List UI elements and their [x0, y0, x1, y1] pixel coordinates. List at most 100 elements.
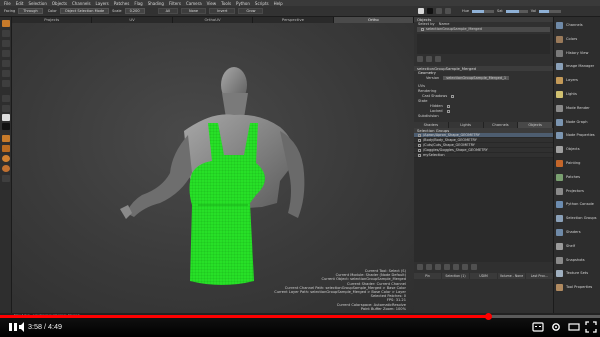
video-progress-bar[interactable] — [0, 313, 600, 320]
palette-shaders[interactable]: Shaders — [556, 228, 598, 238]
white-swatch-icon[interactable] — [2, 114, 10, 121]
fullscreen-icon[interactable] — [585, 321, 597, 333]
misc-tool-icon[interactable] — [2, 175, 10, 182]
sat-slider[interactable] — [505, 9, 528, 13]
blur-tool-icon[interactable] — [2, 70, 10, 77]
footer-button[interactable]: UDIM — [470, 273, 497, 279]
palette-lights[interactable]: Lights — [556, 90, 598, 100]
clone-tool-icon[interactable] — [2, 60, 10, 67]
eyedropper-icon[interactable] — [445, 8, 451, 14]
menu-scripts[interactable]: Scripts — [255, 1, 269, 6]
shading-sphere-icon[interactable] — [2, 155, 10, 162]
facing-dropdown[interactable]: Through — [18, 8, 43, 14]
menu-filters[interactable]: Filters — [169, 1, 181, 6]
menu-help[interactable]: Help — [274, 1, 283, 6]
panel-tab-objects[interactable]: Objects — [518, 122, 553, 128]
theater-mode-icon[interactable] — [568, 321, 580, 333]
palette-node-properties[interactable]: Node Properties — [556, 131, 598, 141]
new-group-icon[interactable] — [417, 264, 423, 270]
footer-button[interactable]: Volume - None — [498, 273, 525, 279]
eraser-tool-icon[interactable] — [2, 50, 10, 57]
swap-colors-icon[interactable] — [436, 8, 442, 14]
palette-history-view[interactable]: History View — [556, 49, 598, 59]
menu-patches[interactable]: Patches — [114, 1, 130, 6]
palette-objects[interactable]: Objects — [556, 145, 598, 155]
captions-icon[interactable] — [532, 321, 544, 333]
fg-color-swatch[interactable] — [418, 8, 424, 14]
video-scrubber[interactable] — [484, 313, 492, 320]
object-list-item[interactable]: selectionGroupSample_Merged — [417, 27, 550, 32]
transform-tool-icon[interactable] — [2, 80, 10, 87]
panel-tab-lights[interactable]: Lights — [448, 122, 484, 128]
palette-layers[interactable]: Layers — [556, 76, 598, 86]
menu-tools[interactable]: Tools — [221, 1, 231, 6]
group-visibility-checkbox[interactable] — [418, 133, 421, 137]
palette-snapshots[interactable]: Snapshots — [556, 256, 598, 266]
hue-slider[interactable] — [472, 9, 495, 13]
remove-object-icon[interactable] — [426, 56, 432, 62]
bg-color-swatch[interactable] — [427, 8, 433, 14]
palette-image-manager[interactable]: Image Manager — [556, 62, 598, 72]
visibility-icon[interactable] — [453, 264, 459, 270]
palette-painting[interactable]: Painting — [556, 159, 598, 169]
palette-channels[interactable]: Channels — [556, 21, 598, 31]
footer-button[interactable]: Pin — [414, 273, 441, 279]
subdivision-section[interactable]: Subdivision — [414, 114, 553, 119]
palette-texture-sets[interactable]: Texture Sets — [556, 269, 598, 279]
scale-field[interactable]: 0.200 — [124, 8, 145, 14]
brush-tool-icon[interactable] — [2, 40, 10, 47]
delete-group-icon[interactable] — [471, 264, 477, 270]
camera-tool-icon[interactable] — [2, 95, 10, 102]
3d-viewport[interactable]: Current Tool: Select (S) Current Module: … — [12, 23, 414, 313]
projector-tool-icon[interactable] — [2, 105, 10, 112]
menu-view[interactable]: View — [207, 1, 217, 6]
palette-python-console[interactable]: Python Console — [556, 200, 598, 210]
select-group-icon[interactable] — [444, 264, 450, 270]
group-visibility-checkbox[interactable] — [418, 143, 421, 147]
palette-selection-groups[interactable]: Selection Groups — [556, 214, 598, 224]
select-none-button[interactable]: None — [180, 8, 207, 14]
invert-button[interactable]: Invert — [209, 8, 236, 14]
menu-shading[interactable]: Shading — [148, 1, 164, 6]
lasso-tool-icon[interactable] — [2, 30, 10, 37]
select-all-button[interactable]: All — [157, 8, 178, 14]
footer-button[interactable]: Last Proc... — [526, 273, 553, 279]
paint-through-icon[interactable] — [2, 135, 10, 142]
remove-from-group-icon[interactable] — [435, 264, 441, 270]
menu-selection[interactable]: Selection — [28, 1, 46, 6]
lighting-sphere-icon[interactable] — [2, 165, 10, 172]
group-visibility-checkbox[interactable] — [418, 138, 421, 142]
palette-projectors[interactable]: Projectors — [556, 187, 598, 197]
menu-camera[interactable]: Camera — [186, 1, 202, 6]
val-slider[interactable] — [539, 9, 562, 13]
cast-shadows-checkbox[interactable] — [451, 94, 455, 98]
volume-icon[interactable] — [19, 322, 27, 332]
panel-tab-channels[interactable]: Channels — [483, 122, 519, 128]
palette-patches[interactable]: Patches — [556, 173, 598, 183]
pause-icon[interactable] — [8, 322, 18, 332]
palette-node-graph[interactable]: Node Graph — [556, 118, 598, 128]
menu-file[interactable]: File — [4, 1, 11, 6]
grow-button[interactable]: Grow — [238, 8, 264, 14]
menu-layers[interactable]: Layers — [96, 1, 109, 6]
palette-shelf[interactable]: Shelf — [556, 242, 598, 252]
settings-icon[interactable] — [550, 321, 562, 333]
selection-mode-dropdown[interactable]: Object Selection Mode — [59, 8, 110, 14]
bake-icon[interactable] — [2, 145, 10, 152]
menu-python[interactable]: Python — [236, 1, 250, 6]
palette-colors[interactable]: Colors — [556, 35, 598, 45]
menu-flag[interactable]: Flag — [134, 1, 142, 6]
palette-tool-properties[interactable]: Tool Properties — [556, 283, 598, 293]
version-dropdown[interactable]: selectionGroupSample_Merged_1 — [443, 76, 510, 80]
black-swatch-icon[interactable] — [2, 123, 10, 130]
menu-edit[interactable]: Edit — [16, 1, 24, 6]
group-visibility-checkbox[interactable] — [418, 153, 421, 157]
duplicate-object-icon[interactable] — [435, 56, 441, 62]
lock-icon[interactable] — [462, 264, 468, 270]
object-checkbox[interactable] — [421, 27, 424, 31]
menu-channels[interactable]: Channels — [72, 1, 91, 6]
add-object-icon[interactable] — [417, 56, 423, 62]
select-tool-icon[interactable] — [2, 20, 10, 27]
palette-mode-render[interactable]: Mode Render — [556, 104, 598, 114]
footer-button[interactable]: Selection (1) — [442, 273, 469, 279]
